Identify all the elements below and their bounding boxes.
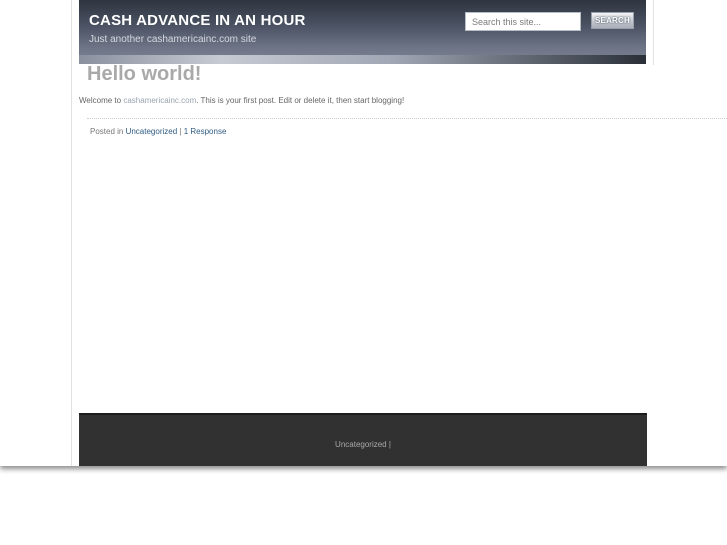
responses-link[interactable]: 1 Response (184, 127, 227, 136)
site-title[interactable]: CASH ADVANCE IN AN HOUR (89, 12, 306, 29)
post-meta: Posted in Uncategorized | 1 Response (90, 127, 226, 136)
site-footer: Uncategorized | (79, 413, 647, 466)
posted-in-label: Posted in (90, 127, 126, 136)
footer-category-link[interactable]: Uncategorized (335, 440, 387, 449)
post-title[interactable]: Hello world! (87, 63, 201, 86)
post-body-prefix: Welcome to (79, 96, 124, 105)
footer-separator: | (386, 440, 391, 449)
post-body-site-link[interactable]: cashamericainc.com (123, 96, 196, 105)
site-header: CASH ADVANCE IN AN HOUR Just another cas… (79, 0, 646, 64)
site-tagline: Just another cashamericainc.com site (89, 34, 257, 45)
page-frame: CASH ADVANCE IN AN HOUR Just another cas… (0, 0, 727, 466)
post-divider (87, 118, 727, 119)
search-input[interactable] (465, 12, 581, 31)
frame-right-border (653, 0, 654, 65)
frame-left-border (71, 0, 72, 466)
footer-text: Uncategorized | (79, 440, 647, 449)
post-body: Welcome to cashamericainc.com. This is y… (79, 96, 404, 105)
post-body-suffix: . This is your first post. Edit or delet… (196, 96, 405, 105)
category-link[interactable]: Uncategorized (126, 127, 178, 136)
search-button[interactable]: SEARCH (591, 12, 634, 29)
